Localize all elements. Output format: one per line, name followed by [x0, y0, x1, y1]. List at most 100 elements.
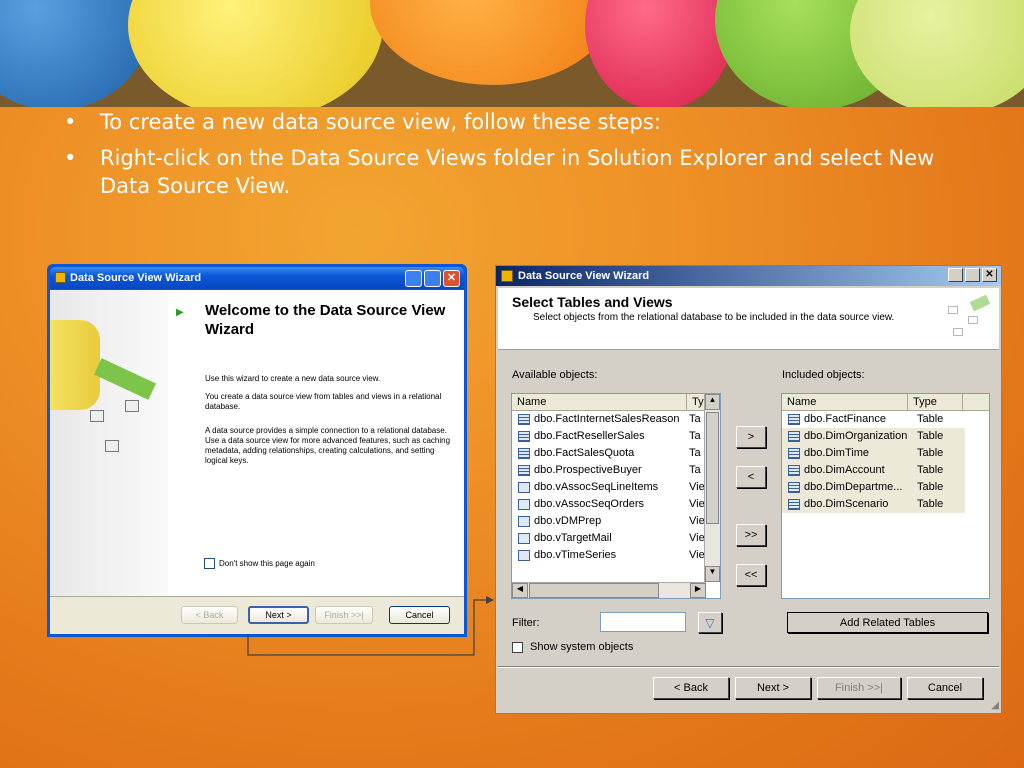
list-item[interactable]: dbo.vAssocSeqOrders Vie	[512, 496, 720, 513]
eggs-photo	[0, 0, 1024, 107]
object-name: dbo.vTargetMail	[534, 532, 612, 544]
object-type: Table	[917, 464, 944, 476]
list-item[interactable]: dbo.DimScenario Table	[782, 496, 965, 513]
page-subtitle: Select objects from the relational datab…	[533, 312, 895, 323]
list-item[interactable]: dbo.FactInternetSalesReason Ta	[512, 411, 720, 428]
vertical-scrollbar[interactable]: ▲ ▼	[704, 394, 720, 582]
object-type: Table	[917, 430, 944, 442]
object-name: dbo.vAssocSeqOrders	[534, 498, 645, 510]
available-objects-list[interactable]: Name Ty dbo.FactInternetSalesReason Ta dbo…	[511, 393, 721, 599]
column-header-type[interactable]: Type	[908, 394, 963, 410]
separator	[498, 666, 999, 668]
show-system-objects-checkbox[interactable]	[512, 641, 523, 653]
table-icon	[788, 499, 800, 510]
list-item[interactable]: dbo.DimTime Table	[782, 445, 965, 462]
add-related-tables-button[interactable]: Add Related Tables	[787, 612, 988, 633]
add-selected-button[interactable]: >	[736, 426, 766, 448]
maximize-icon[interactable]	[424, 270, 441, 287]
close-icon[interactable]: ✕	[443, 270, 460, 287]
table-icon	[518, 448, 530, 459]
wizard-graphic	[943, 294, 993, 346]
column-header-name[interactable]: Name	[782, 394, 908, 410]
wizard-header: Select Tables and Views Select objects f…	[498, 288, 999, 350]
object-name: dbo.FactResellerSales	[534, 430, 645, 442]
close-icon[interactable]: ✕	[982, 268, 997, 282]
finish-button[interactable]: Finish >>|	[817, 677, 901, 699]
window-title: Data Source View Wizard	[70, 272, 202, 284]
intro-text-3: A data source provides a simple connecti…	[205, 426, 451, 465]
object-name: dbo.vDMPrep	[534, 515, 602, 527]
next-button[interactable]: Next >	[735, 677, 811, 699]
object-name: dbo.DimTime	[804, 447, 869, 459]
back-button[interactable]: < Back	[653, 677, 729, 699]
select-tables-wizard-window: Data Source View Wizard ✕ Select Tables …	[495, 265, 1002, 714]
remove-selected-button[interactable]: <	[736, 466, 766, 488]
list-item[interactable]: dbo.DimOrganization Table	[782, 428, 965, 445]
view-icon	[518, 516, 530, 527]
welcome-wizard-window: Data Source View Wizard ✕ ▶ Welcome to t…	[47, 264, 467, 637]
list-item[interactable]: dbo.FactSalesQuota Ta	[512, 445, 720, 462]
resize-grip-icon[interactable]: ◢	[991, 700, 999, 711]
page-title: Select Tables and Views	[512, 294, 673, 310]
add-all-button[interactable]: >>	[736, 524, 766, 546]
filter-label: Filter:	[512, 617, 540, 629]
cancel-button[interactable]: Cancel	[907, 677, 983, 699]
show-system-objects-label: Show system objects	[530, 641, 634, 653]
horizontal-scrollbar[interactable]: ◀ ▶	[512, 582, 706, 598]
list-item[interactable]: dbo.vTargetMail Vie	[512, 530, 720, 547]
object-type: Table	[917, 481, 944, 493]
list-item[interactable]: dbo.ProspectiveBuyer Ta	[512, 462, 720, 479]
app-icon	[55, 272, 66, 283]
table-icon	[788, 482, 800, 493]
dont-show-label: Don't show this page again	[219, 559, 315, 568]
wizard-graphic	[50, 290, 168, 598]
bullet-item: To create a new data source view, follow…	[60, 108, 990, 136]
object-name: dbo.DimDepartme...	[804, 481, 903, 493]
dont-show-checkbox[interactable]	[204, 558, 215, 569]
list-item[interactable]: dbo.DimDepartme... Table	[782, 479, 965, 496]
column-header-name[interactable]: Name	[512, 394, 687, 410]
filter-input[interactable]	[600, 612, 686, 632]
bullet-item: Right-click on the Data Source Views fol…	[60, 144, 990, 200]
title-bar: Data Source View Wizard ✕	[496, 266, 1001, 286]
connector-arrow	[247, 596, 494, 656]
title-bar: Data Source View Wizard ✕	[50, 267, 464, 289]
list-item[interactable]: dbo.vAssocSeqLineItems Vie	[512, 479, 720, 496]
minimize-icon[interactable]	[948, 268, 963, 282]
funnel-icon: ▽	[705, 615, 715, 630]
remove-all-button[interactable]: <<	[736, 564, 766, 586]
back-button[interactable]: < Back	[181, 606, 238, 624]
intro-text-2: You create a data source view from table…	[205, 392, 442, 411]
object-type: Table	[917, 413, 944, 425]
intro-text-1: Use this wizard to create a new data sou…	[205, 374, 381, 383]
included-objects-list[interactable]: Name Type dbo.FactFinance Table dbo.DimOrg…	[781, 393, 990, 599]
available-objects-label: Available objects:	[512, 369, 598, 381]
view-icon	[518, 482, 530, 493]
object-name: dbo.DimOrganization	[804, 430, 908, 442]
table-icon	[788, 431, 800, 442]
table-icon	[518, 465, 530, 476]
table-icon	[788, 448, 800, 459]
object-name: dbo.vTimeSeries	[534, 549, 617, 561]
table-icon	[518, 431, 530, 442]
minimize-icon[interactable]	[405, 270, 422, 287]
slide-bullets: To create a new data source view, follow…	[60, 108, 990, 208]
table-icon	[788, 465, 800, 476]
object-name: dbo.FactSalesQuota	[534, 447, 635, 459]
list-item[interactable]: dbo.FactFinance Table	[782, 411, 965, 428]
green-arrow-icon: ▶	[176, 307, 184, 318]
filter-button[interactable]: ▽	[698, 612, 722, 633]
object-name: dbo.vAssocSeqLineItems	[534, 481, 659, 493]
object-name: dbo.ProspectiveBuyer	[534, 464, 642, 476]
maximize-icon[interactable]	[965, 268, 980, 282]
list-item[interactable]: dbo.FactResellerSales Ta	[512, 428, 720, 445]
object-name: dbo.FactInternetSalesReason	[534, 413, 680, 425]
object-name: dbo.DimScenario	[804, 498, 889, 510]
object-type: Table	[917, 498, 944, 510]
list-item[interactable]: dbo.vDMPrep Vie	[512, 513, 720, 530]
table-icon	[518, 414, 530, 425]
included-objects-label: Included objects:	[782, 369, 865, 381]
list-item[interactable]: dbo.DimAccount Table	[782, 462, 965, 479]
list-item[interactable]: dbo.vTimeSeries Vie	[512, 547, 720, 564]
object-name: dbo.FactFinance	[804, 413, 886, 425]
